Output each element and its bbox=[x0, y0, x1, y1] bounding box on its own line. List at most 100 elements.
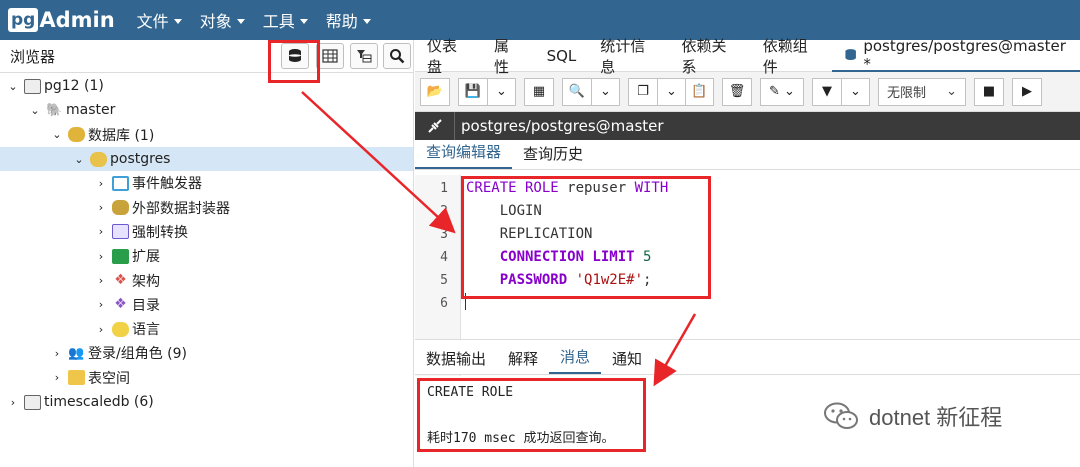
browser-title: 浏览器 bbox=[10, 47, 56, 66]
menu-object[interactable]: 对象 bbox=[200, 8, 245, 32]
tree-node-schemas[interactable]: › ❖ 架构 bbox=[0, 268, 413, 292]
paste-icon[interactable]: 📋 bbox=[685, 78, 713, 105]
copy-icon[interactable]: ❐ bbox=[629, 79, 657, 105]
schema-icon: ❖ bbox=[114, 272, 127, 289]
tab-properties[interactable]: 属性 bbox=[482, 37, 535, 76]
tree-node-extensions[interactable]: › 扩展 bbox=[0, 244, 413, 268]
filter-icon[interactable]: ▼ bbox=[813, 79, 841, 105]
search-button[interactable] bbox=[383, 43, 411, 69]
pencil-icon[interactable]: ✎ ⌄ bbox=[761, 79, 803, 105]
tree-node-languages[interactable]: › 语言 bbox=[0, 317, 413, 341]
chevron-right-icon[interactable]: › bbox=[94, 225, 108, 238]
chevron-down-icon[interactable]: ⌄ bbox=[50, 128, 64, 141]
annotation-box-query-tool bbox=[268, 40, 320, 83]
search-icon[interactable]: 🔍 bbox=[563, 79, 591, 105]
stop-button[interactable]: ■ bbox=[974, 77, 1004, 106]
menu-help[interactable]: 帮助 bbox=[326, 8, 371, 32]
tree-node-databases[interactable]: ⌄ 数据库 (1) bbox=[0, 123, 413, 147]
tree-node-label: 架构 bbox=[132, 273, 160, 290]
chevron-right-icon[interactable]: › bbox=[94, 298, 108, 311]
tab-dependents[interactable]: 依赖组件 bbox=[751, 37, 832, 76]
tab-query-history[interactable]: 查询历史 bbox=[512, 143, 594, 169]
delete-button[interactable]: 🗑 bbox=[722, 77, 752, 106]
tab-query-editor[interactable]: 查询编辑器 bbox=[415, 141, 513, 169]
logo-pg: pg bbox=[8, 8, 39, 32]
filter-table-icon bbox=[357, 50, 372, 63]
filter-rows-button[interactable] bbox=[350, 43, 378, 69]
chevron-down-icon[interactable]: ⌄ bbox=[28, 104, 42, 117]
view-data-button[interactable] bbox=[316, 43, 344, 69]
execute-button[interactable]: ▶ bbox=[1012, 77, 1042, 106]
chevron-down-icon[interactable]: ⌄ bbox=[657, 78, 685, 105]
chevron-down-icon[interactable]: ⌄ bbox=[487, 78, 515, 105]
pgadmin-logo[interactable]: pg Admin bbox=[8, 8, 115, 32]
tree-node-catalogs[interactable]: › ❖ 目录 bbox=[0, 293, 413, 317]
event-trigger-icon bbox=[112, 175, 129, 191]
wechat-logo-icon bbox=[824, 402, 858, 429]
chevron-right-icon[interactable]: › bbox=[50, 347, 64, 360]
tab-dependencies[interactable]: 依赖关系 bbox=[670, 37, 751, 76]
tree-node-label: 扩展 bbox=[132, 249, 160, 266]
row-limit-select[interactable]: 无限制 ⌄ bbox=[878, 77, 966, 106]
chevron-right-icon[interactable]: › bbox=[6, 396, 20, 409]
chevron-down-icon[interactable]: ⌄ bbox=[72, 153, 86, 166]
line-number: 6 bbox=[440, 296, 448, 311]
tree-node-login-roles[interactable]: › 👥 登录/组角色 (9) bbox=[0, 341, 413, 365]
browser-panel: 浏览器 ⌄ pg12 (1) ⌄ 🐘 master ⌄ 数据库 (1) ⌄ po… bbox=[0, 40, 414, 467]
search-icon bbox=[390, 49, 405, 64]
chevron-right-icon[interactable]: › bbox=[94, 274, 108, 287]
chevron-right-icon[interactable]: › bbox=[94, 250, 108, 263]
save-icon[interactable]: 💾 bbox=[459, 79, 487, 105]
save-button-group[interactable]: 💾 ⌄ bbox=[458, 77, 516, 106]
open-file-button[interactable]: 📂 bbox=[420, 77, 450, 106]
tab-messages[interactable]: 消息 bbox=[549, 346, 602, 374]
menu-tools[interactable]: 工具 bbox=[263, 8, 308, 32]
chevron-down-icon[interactable]: ⌄ bbox=[841, 78, 869, 105]
chevron-down-icon[interactable]: ⌄ bbox=[6, 80, 20, 93]
connection-bar: postgres/postgres@master bbox=[415, 112, 1080, 140]
table-icon bbox=[322, 49, 338, 63]
play-icon: ▶ bbox=[1022, 84, 1032, 99]
tab-data-output[interactable]: 数据输出 bbox=[415, 348, 497, 374]
tree-node-event-triggers[interactable]: › 事件触发器 bbox=[0, 171, 413, 195]
tree-node-master[interactable]: ⌄ 🐘 master bbox=[0, 98, 413, 122]
tree-node-casts[interactable]: › 强制转换 bbox=[0, 220, 413, 244]
chevron-right-icon[interactable]: › bbox=[50, 371, 64, 384]
edit-grid-button[interactable]: ▦ bbox=[524, 77, 554, 106]
edit-button-group[interactable]: ✎ ⌄ bbox=[760, 77, 804, 106]
postgres-server-icon: 🐘 bbox=[46, 102, 63, 118]
chevron-down-icon[interactable]: ⌄ bbox=[591, 78, 619, 105]
tab-statistics[interactable]: 统计信息 bbox=[588, 37, 669, 76]
top-navbar: pg Admin 文件 对象 工具 帮助 bbox=[0, 0, 1080, 40]
tree-node-timescaledb[interactable]: › timescaledb (6) bbox=[0, 390, 413, 414]
tab-sql[interactable]: SQL bbox=[535, 40, 589, 72]
tablespace-icon bbox=[68, 370, 85, 386]
tab-dashboard[interactable]: 仪表盘 bbox=[415, 37, 482, 76]
line-number: 2 bbox=[440, 204, 448, 219]
tree-node-tablespaces[interactable]: › 表空间 bbox=[0, 366, 413, 390]
server-group-icon bbox=[24, 394, 41, 410]
fdw-icon bbox=[112, 200, 129, 216]
tab-notifications[interactable]: 通知 bbox=[601, 348, 653, 374]
tree-node-label: timescaledb (6) bbox=[44, 394, 154, 410]
tree-node-label: 目录 bbox=[132, 297, 160, 314]
line-number: 3 bbox=[440, 227, 448, 242]
connection-link-icon[interactable] bbox=[415, 112, 455, 140]
database-icon bbox=[90, 151, 107, 167]
line-number: 4 bbox=[440, 250, 448, 265]
chevron-right-icon[interactable]: › bbox=[94, 323, 108, 336]
tree-node-postgres[interactable]: ⌄ postgres bbox=[0, 146, 413, 172]
result-tabs: 数据输出 解释 消息 通知 bbox=[415, 339, 1080, 375]
query-toolbar: 📂 💾 ⌄ ▦ 🔍 ⌄ ❐ ⌄ 📋 🗑 ✎ ⌄ ▼ ⌄ 无限制 ⌄ ■ ▶ bbox=[415, 72, 1080, 112]
filter-button-group[interactable]: ▼ ⌄ bbox=[812, 77, 870, 106]
chevron-right-icon[interactable]: › bbox=[94, 201, 108, 214]
tab-explain[interactable]: 解释 bbox=[497, 348, 549, 374]
catalog-icon: ❖ bbox=[114, 296, 127, 313]
copy-button-group[interactable]: ❐ ⌄ 📋 bbox=[628, 77, 714, 106]
chevron-right-icon[interactable]: › bbox=[94, 177, 108, 190]
tree-node-fdw[interactable]: › 外部数据封装器 bbox=[0, 195, 413, 219]
tree-node-pg12[interactable]: ⌄ pg12 (1) bbox=[0, 74, 413, 98]
tab-query-tool[interactable]: postgres/postgres@master * bbox=[832, 37, 1080, 73]
menu-file[interactable]: 文件 bbox=[137, 8, 182, 32]
find-button-group[interactable]: 🔍 ⌄ bbox=[562, 77, 620, 106]
